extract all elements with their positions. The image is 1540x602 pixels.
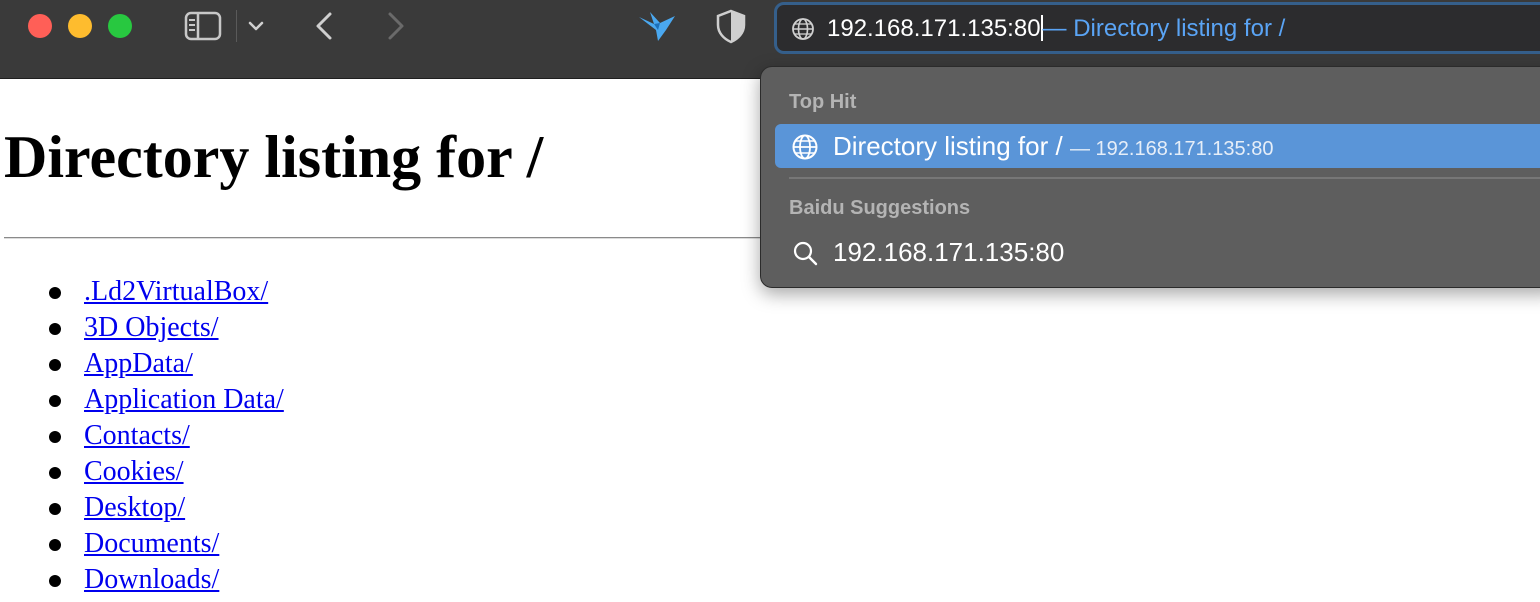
bullet [49, 467, 61, 479]
back-icon[interactable] [310, 10, 338, 42]
address-input[interactable]: 192.168.171.135:80— Directory listing fo… [827, 14, 1285, 44]
window-maximize-button[interactable] [108, 14, 132, 38]
baidu-suggestions-header: Baidu Suggestions [789, 197, 971, 219]
top-hit-suggestion[interactable]: Directory listing for / — 192.168.171.13… [775, 124, 1540, 168]
search-icon [793, 241, 818, 266]
bullet [49, 395, 61, 407]
top-hit-text: Directory listing for / — 192.168.171.13… [833, 132, 1273, 163]
bullet [49, 503, 61, 515]
window-minimize-button[interactable] [68, 14, 92, 38]
address-typed-text: 192.168.171.135:80 [827, 15, 1041, 42]
dropdown-divider [789, 177, 1540, 179]
toolbar-separator [236, 10, 237, 42]
forward-icon[interactable] [382, 10, 410, 42]
directory-link[interactable]: Application Data/ [84, 382, 284, 418]
sidebar-icon[interactable] [183, 10, 223, 42]
page-title: Directory listing for / [4, 124, 544, 190]
address-suggestions-dropdown: Top Hit Directory listing for / — 192.16… [760, 66, 1540, 288]
directory-link[interactable]: AppData/ [84, 346, 193, 382]
directory-link[interactable]: Cookies/ [84, 454, 184, 490]
directory-link[interactable]: .Ld2VirtualBox/ [84, 274, 268, 310]
privacy-shield-icon[interactable] [713, 8, 749, 44]
bird-extension-icon[interactable] [636, 8, 678, 44]
directory-link[interactable]: Documents/ [84, 526, 219, 562]
directory-link[interactable]: Desktop/ [84, 490, 185, 526]
bullet [49, 323, 61, 335]
address-autocomplete-text: — Directory listing for / [1042, 15, 1286, 42]
chevron-down-icon[interactable] [246, 16, 266, 36]
directory-link[interactable]: 3D Objects/ [84, 310, 219, 346]
bullet [49, 539, 61, 551]
directory-link[interactable]: Downloads/ [84, 562, 219, 598]
globe-icon [792, 18, 814, 40]
bullet [49, 431, 61, 443]
bullet [49, 359, 61, 371]
search-suggestion-text: 192.168.171.135:80 [833, 237, 1065, 267]
globe-icon [792, 134, 818, 160]
top-hit-header: Top Hit [789, 91, 857, 113]
top-hit-url: — 192.168.171.135:80 [1069, 138, 1274, 160]
directory-link[interactable]: Contacts/ [84, 418, 190, 454]
search-suggestion[interactable]: 192.168.171.135:80 [775, 230, 1540, 274]
window-close-button[interactable] [28, 14, 52, 38]
bullet [49, 575, 61, 587]
top-hit-title: Directory listing for / [833, 131, 1063, 161]
address-bar[interactable]: 192.168.171.135:80— Directory listing fo… [774, 2, 1540, 54]
bullet [49, 287, 61, 299]
